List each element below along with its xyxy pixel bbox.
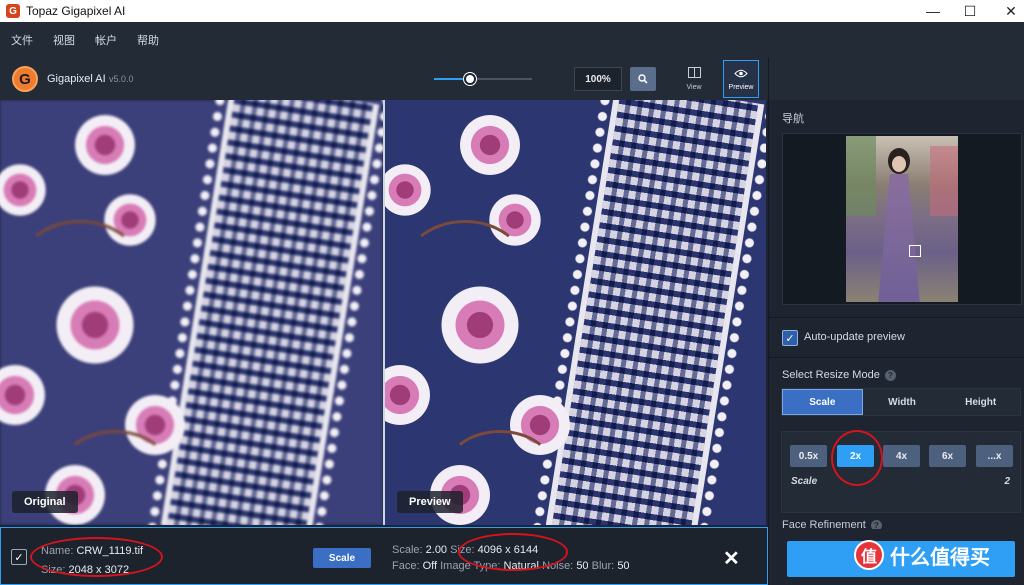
scale-0-5x-button[interactable]: 0.5x bbox=[790, 445, 827, 467]
view-split-button[interactable]: View bbox=[676, 60, 712, 98]
preview-label: Preview bbox=[728, 84, 754, 91]
resize-mode-title: Select Resize Mode? bbox=[782, 369, 896, 381]
right-sidebar: 导航 ✓ Auto-update preview Select Resize M… bbox=[768, 100, 1024, 585]
face-value: Off bbox=[422, 560, 438, 572]
tab-scale[interactable]: Scale bbox=[782, 389, 863, 415]
toolbar: G Gigapixel AI v5.0.0 100% View Preview bbox=[0, 58, 768, 100]
maximize-button[interactable]: ☐ bbox=[947, 0, 993, 22]
image-select-checkbox[interactable]: ✓ bbox=[11, 549, 27, 565]
resize-mode-label: Select Resize Mode bbox=[782, 369, 880, 381]
menu-bar: 文件 视图 帐户 帮助 bbox=[0, 22, 1024, 58]
scale-value: 2 bbox=[1004, 476, 1010, 487]
preview-image-panel[interactable]: Preview bbox=[385, 100, 766, 525]
eye-icon bbox=[734, 67, 748, 81]
navigator-title: 导航 bbox=[782, 113, 804, 125]
split-view-icon bbox=[687, 67, 701, 81]
scale-value: 2.00 bbox=[425, 544, 448, 556]
fabric-image-preview bbox=[385, 100, 766, 525]
resize-mode-tabs: Scale Width Height bbox=[781, 388, 1021, 416]
menu-file[interactable]: 文件 bbox=[11, 32, 33, 48]
blur-key: Blur: bbox=[591, 560, 615, 572]
help-icon[interactable]: ? bbox=[884, 370, 896, 381]
remove-image-button[interactable]: ✕ bbox=[723, 546, 740, 571]
scale-label: Scale bbox=[791, 476, 818, 487]
app-icon: G bbox=[6, 4, 20, 18]
blur-value: 50 bbox=[617, 560, 630, 572]
annotation-ellipse-2x bbox=[831, 430, 883, 486]
preview-label-badge: Preview bbox=[397, 491, 463, 513]
view-label: View bbox=[686, 84, 702, 91]
auto-update-checkbox[interactable]: ✓ bbox=[782, 330, 798, 346]
menu-help[interactable]: 帮助 bbox=[137, 32, 159, 48]
preview-button[interactable]: Preview bbox=[723, 60, 759, 98]
original-image-panel[interactable]: Original bbox=[0, 100, 383, 525]
face-refinement-heading: Face Refinement? bbox=[782, 519, 882, 529]
right-toolbar-area bbox=[768, 58, 1024, 100]
watermark: 值 什么值得买 bbox=[854, 540, 990, 570]
navigator-box[interactable] bbox=[782, 133, 1022, 305]
menu-account[interactable]: 帐户 bbox=[95, 32, 117, 48]
gigapixel-logo-icon: G bbox=[12, 66, 38, 92]
auto-update-label: Auto-update preview bbox=[804, 331, 905, 343]
zoom-slider-handle[interactable] bbox=[464, 73, 477, 85]
scale-6x-button[interactable]: 6x bbox=[929, 445, 966, 467]
tab-width[interactable]: Width bbox=[863, 389, 942, 415]
scale-button[interactable]: Scale bbox=[313, 548, 371, 568]
face-key: Face: bbox=[392, 560, 420, 572]
scale-custom-button[interactable]: ...x bbox=[976, 445, 1013, 467]
watermark-logo-icon: 值 bbox=[854, 540, 884, 570]
navigator-thumbnail[interactable] bbox=[846, 136, 958, 302]
zoom-search-icon[interactable] bbox=[630, 67, 656, 91]
noise-value: 50 bbox=[576, 560, 589, 572]
menu-view[interactable]: 视图 bbox=[53, 32, 75, 48]
annotation-ellipse-input bbox=[30, 537, 163, 577]
scale-key: Scale: bbox=[392, 544, 423, 556]
help-icon-face[interactable]: ? bbox=[870, 520, 882, 529]
scale-4x-button[interactable]: 4x bbox=[883, 445, 920, 467]
annotation-ellipse-output bbox=[458, 533, 568, 571]
tab-height[interactable]: Height bbox=[941, 389, 1020, 415]
app-version: v5.0.0 bbox=[109, 74, 134, 84]
zoom-value-field[interactable]: 100% bbox=[574, 67, 622, 91]
window-titlebar: G Topaz Gigapixel AI — ☐ ✕ bbox=[0, 0, 1024, 22]
watermark-text: 什么值得买 bbox=[890, 546, 990, 569]
original-label: Original bbox=[12, 491, 78, 513]
close-window-button[interactable]: ✕ bbox=[988, 0, 1024, 22]
navigator-viewport-rect[interactable] bbox=[909, 245, 921, 257]
fabric-image-original bbox=[0, 100, 383, 525]
window-title: Topaz Gigapixel AI bbox=[26, 4, 126, 18]
scale-options-box: 0.5x 2x 4x 6x ...x Scale 2 bbox=[781, 431, 1021, 513]
brand-name: Gigapixel AI bbox=[47, 73, 106, 85]
face-refinement-label: Face Refinement bbox=[782, 519, 866, 529]
